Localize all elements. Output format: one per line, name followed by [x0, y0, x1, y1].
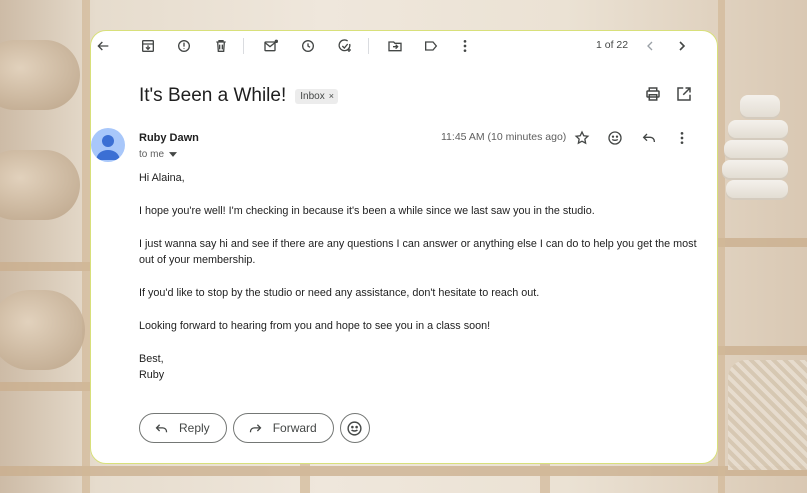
- forward-icon: [249, 423, 262, 432]
- email-paragraph: If you'd like to stop by the studio or n…: [139, 287, 540, 299]
- email-signature: Ruby: [139, 369, 165, 381]
- archive-icon[interactable]: [139, 37, 157, 55]
- emoji-icon: [347, 420, 362, 436]
- chevron-left-icon[interactable]: [641, 37, 659, 55]
- email-body: Hi Alaina, I hope you're well! I'm check…: [139, 170, 699, 383]
- labels-icon[interactable]: [422, 37, 440, 55]
- more-vert-icon[interactable]: [456, 37, 474, 55]
- email-subject: It's Been a While!: [139, 85, 287, 106]
- email-greeting: Hi Alaina,: [139, 172, 185, 184]
- email-paragraph: I hope you're well! I'm checking in beca…: [139, 205, 595, 217]
- recipient-label: to me: [139, 149, 165, 160]
- emoji-reaction-icon[interactable]: [606, 129, 624, 147]
- reply-button[interactable]: Reply: [139, 413, 227, 443]
- reply-actions: Reply Forward: [139, 413, 370, 443]
- recipient-details-toggle[interactable]: to me: [139, 149, 178, 160]
- email-paragraph: Looking forward to hearing from you and …: [139, 320, 491, 332]
- email-card: 1 of 22 It's Been a While! Inbox × Ruby …: [90, 30, 718, 464]
- toolbar-divider: [243, 38, 244, 54]
- email-toolbar: 1 of 22: [91, 31, 717, 61]
- forward-button[interactable]: Forward: [232, 413, 334, 443]
- open-in-new-window-icon[interactable]: [675, 85, 693, 103]
- add-task-icon[interactable]: [336, 37, 354, 55]
- message-counter: 1 of 22: [596, 39, 629, 51]
- back-arrow-icon[interactable]: [94, 37, 112, 55]
- sender-name[interactable]: Ruby Dawn: [139, 132, 199, 144]
- chevron-right-icon[interactable]: [673, 37, 691, 55]
- reply-label: Reply: [179, 421, 210, 435]
- more-options-icon[interactable]: [673, 129, 691, 147]
- toolbar-divider: [368, 38, 369, 54]
- sender-avatar[interactable]: [91, 128, 125, 162]
- delete-icon[interactable]: [212, 37, 230, 55]
- report-spam-icon[interactable]: [175, 37, 193, 55]
- move-to-icon[interactable]: [386, 37, 404, 55]
- caret-down-icon: [169, 152, 178, 157]
- print-icon[interactable]: [644, 85, 662, 103]
- star-icon[interactable]: [573, 129, 591, 147]
- reply-icon[interactable]: [640, 129, 658, 147]
- mark-unread-icon[interactable]: [262, 37, 280, 55]
- email-timestamp: 11:45 AM (10 minutes ago): [441, 131, 567, 143]
- email-signoff: Best,: [139, 353, 164, 365]
- inbox-label-chip[interactable]: Inbox ×: [295, 88, 338, 104]
- reply-icon: [155, 423, 168, 432]
- label-text: Inbox: [300, 90, 325, 102]
- forward-label: Forward: [272, 421, 317, 435]
- snooze-icon[interactable]: [299, 37, 317, 55]
- remove-label-icon[interactable]: ×: [329, 91, 334, 101]
- emoji-reaction-button[interactable]: [339, 413, 370, 443]
- email-paragraph: I just wanna say hi and see if there are…: [139, 238, 697, 266]
- subject-row: It's Been a While! Inbox ×: [139, 83, 338, 109]
